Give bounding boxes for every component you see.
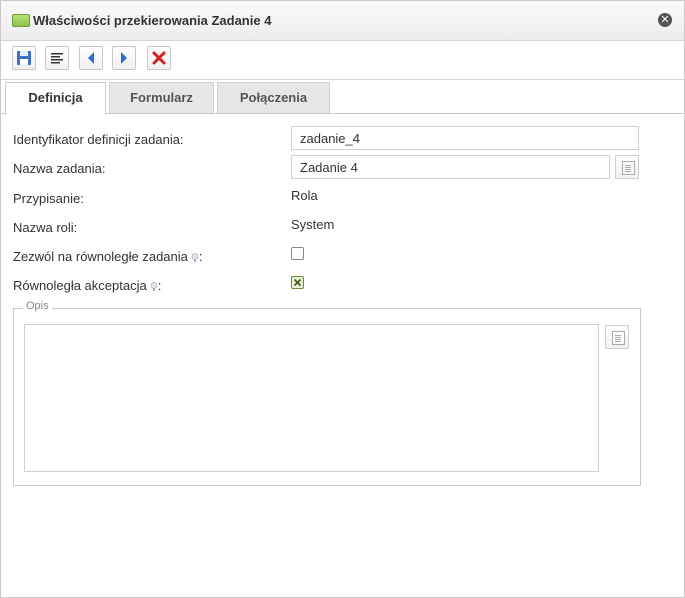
description-legend: Opis bbox=[23, 300, 52, 312]
text-align-icon bbox=[51, 53, 63, 64]
document-icon bbox=[622, 161, 635, 175]
description-textarea[interactable] bbox=[24, 324, 599, 472]
task-name-label: Nazwa zadania: bbox=[13, 161, 106, 176]
role-name-value: System bbox=[291, 217, 335, 232]
dialog-title: Właściwości przekierowania Zadanie 4 bbox=[33, 13, 272, 28]
parallel-accept-label-text: Równoległa akceptacja bbox=[13, 278, 147, 293]
task-name-field[interactable]: Zadanie 4 bbox=[291, 155, 610, 179]
delete-icon bbox=[152, 51, 166, 65]
parallel-accept-label: Równoległa akceptacja: bbox=[13, 278, 161, 293]
document-icon bbox=[612, 331, 625, 345]
previous-arrow-icon bbox=[88, 52, 94, 64]
parallel-accept-label-suffix: : bbox=[157, 278, 162, 293]
description-editor-button[interactable] bbox=[605, 325, 629, 349]
assignment-value: Rola bbox=[291, 188, 318, 203]
next-arrow-icon bbox=[121, 52, 127, 64]
next-button[interactable] bbox=[112, 46, 136, 70]
hint-bulb-icon[interactable] bbox=[191, 252, 199, 263]
assignment-label: Przypisanie: bbox=[13, 191, 84, 206]
save-icon bbox=[17, 51, 31, 65]
tab-polaczenia[interactable]: Połączenia bbox=[217, 82, 330, 113]
window-icon bbox=[12, 14, 30, 27]
previous-button[interactable] bbox=[79, 46, 103, 70]
role-name-label: Nazwa roli: bbox=[13, 220, 78, 235]
allow-parallel-label: Zezwól na równoległe zadania: bbox=[13, 249, 203, 264]
allow-parallel-label-suffix: : bbox=[198, 249, 203, 264]
allow-parallel-checkbox[interactable] bbox=[291, 247, 304, 260]
properties-dialog: Właściwości przekierowania Zadanie 4 ✕ D… bbox=[0, 0, 685, 598]
task-def-id-label: Identyfikator definicji zadania: bbox=[13, 132, 184, 147]
text-format-button[interactable] bbox=[45, 46, 69, 70]
toolbar bbox=[1, 41, 684, 80]
parallel-accept-checkbox[interactable] bbox=[291, 276, 304, 289]
delete-button[interactable] bbox=[147, 46, 171, 70]
tab-definicja[interactable]: Definicja bbox=[5, 82, 106, 115]
save-button[interactable] bbox=[12, 46, 36, 70]
close-icon[interactable]: ✕ bbox=[658, 13, 672, 27]
hint-bulb-icon[interactable] bbox=[150, 281, 158, 292]
allow-parallel-label-text: Zezwól na równoległe zadania bbox=[13, 249, 188, 264]
task-name-editor-button[interactable] bbox=[615, 155, 639, 179]
task-def-id-field[interactable]: zadanie_4 bbox=[291, 126, 639, 150]
tab-formularz[interactable]: Formularz bbox=[109, 82, 214, 113]
checkmark-icon bbox=[293, 278, 302, 287]
dialog-titlebar: Właściwości przekierowania Zadanie 4 ✕ bbox=[1, 1, 684, 41]
tab-bar: Definicja Formularz Połączenia bbox=[1, 80, 684, 115]
